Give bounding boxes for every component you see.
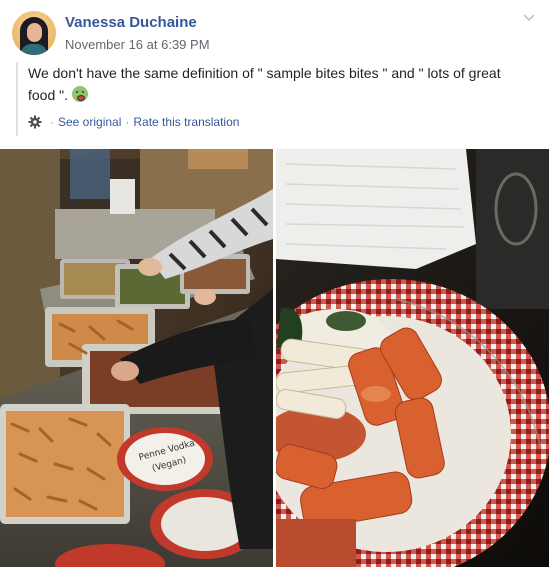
chevron-down-icon[interactable] [522, 11, 536, 25]
author-name[interactable]: Vanessa Duchaine [65, 14, 197, 31]
photo-pasta-plate[interactable] [276, 149, 549, 567]
photo-food-trays[interactable]: Penne Vodka (Vegan) [0, 149, 273, 567]
translation-controls: · See original · Rate this translation [28, 115, 239, 129]
see-original-link[interactable]: See original [58, 115, 121, 129]
gear-icon[interactable] [28, 115, 42, 129]
photo-grid: Penne Vodka (Vegan) [0, 149, 549, 567]
post-card: Vanessa Duchaine November 16 at 6:39 PM … [0, 0, 549, 567]
post-text-container: We don't have the same definition of " s… [28, 62, 528, 106]
post-timestamp[interactable]: November 16 at 6:39 PM [65, 37, 210, 52]
sick-face-emoji-icon [72, 86, 88, 102]
food-trays-image: Penne Vodka (Vegan) [0, 149, 273, 567]
separator: · [50, 115, 54, 129]
translated-text-block: We don't have the same definition of " s… [16, 62, 536, 136]
post-text: We don't have the same definition of " s… [28, 65, 501, 103]
separator: · [125, 115, 130, 129]
rate-translation-link[interactable]: Rate this translation [133, 115, 239, 129]
pasta-plate-image [276, 149, 549, 567]
avatar[interactable] [12, 11, 56, 55]
